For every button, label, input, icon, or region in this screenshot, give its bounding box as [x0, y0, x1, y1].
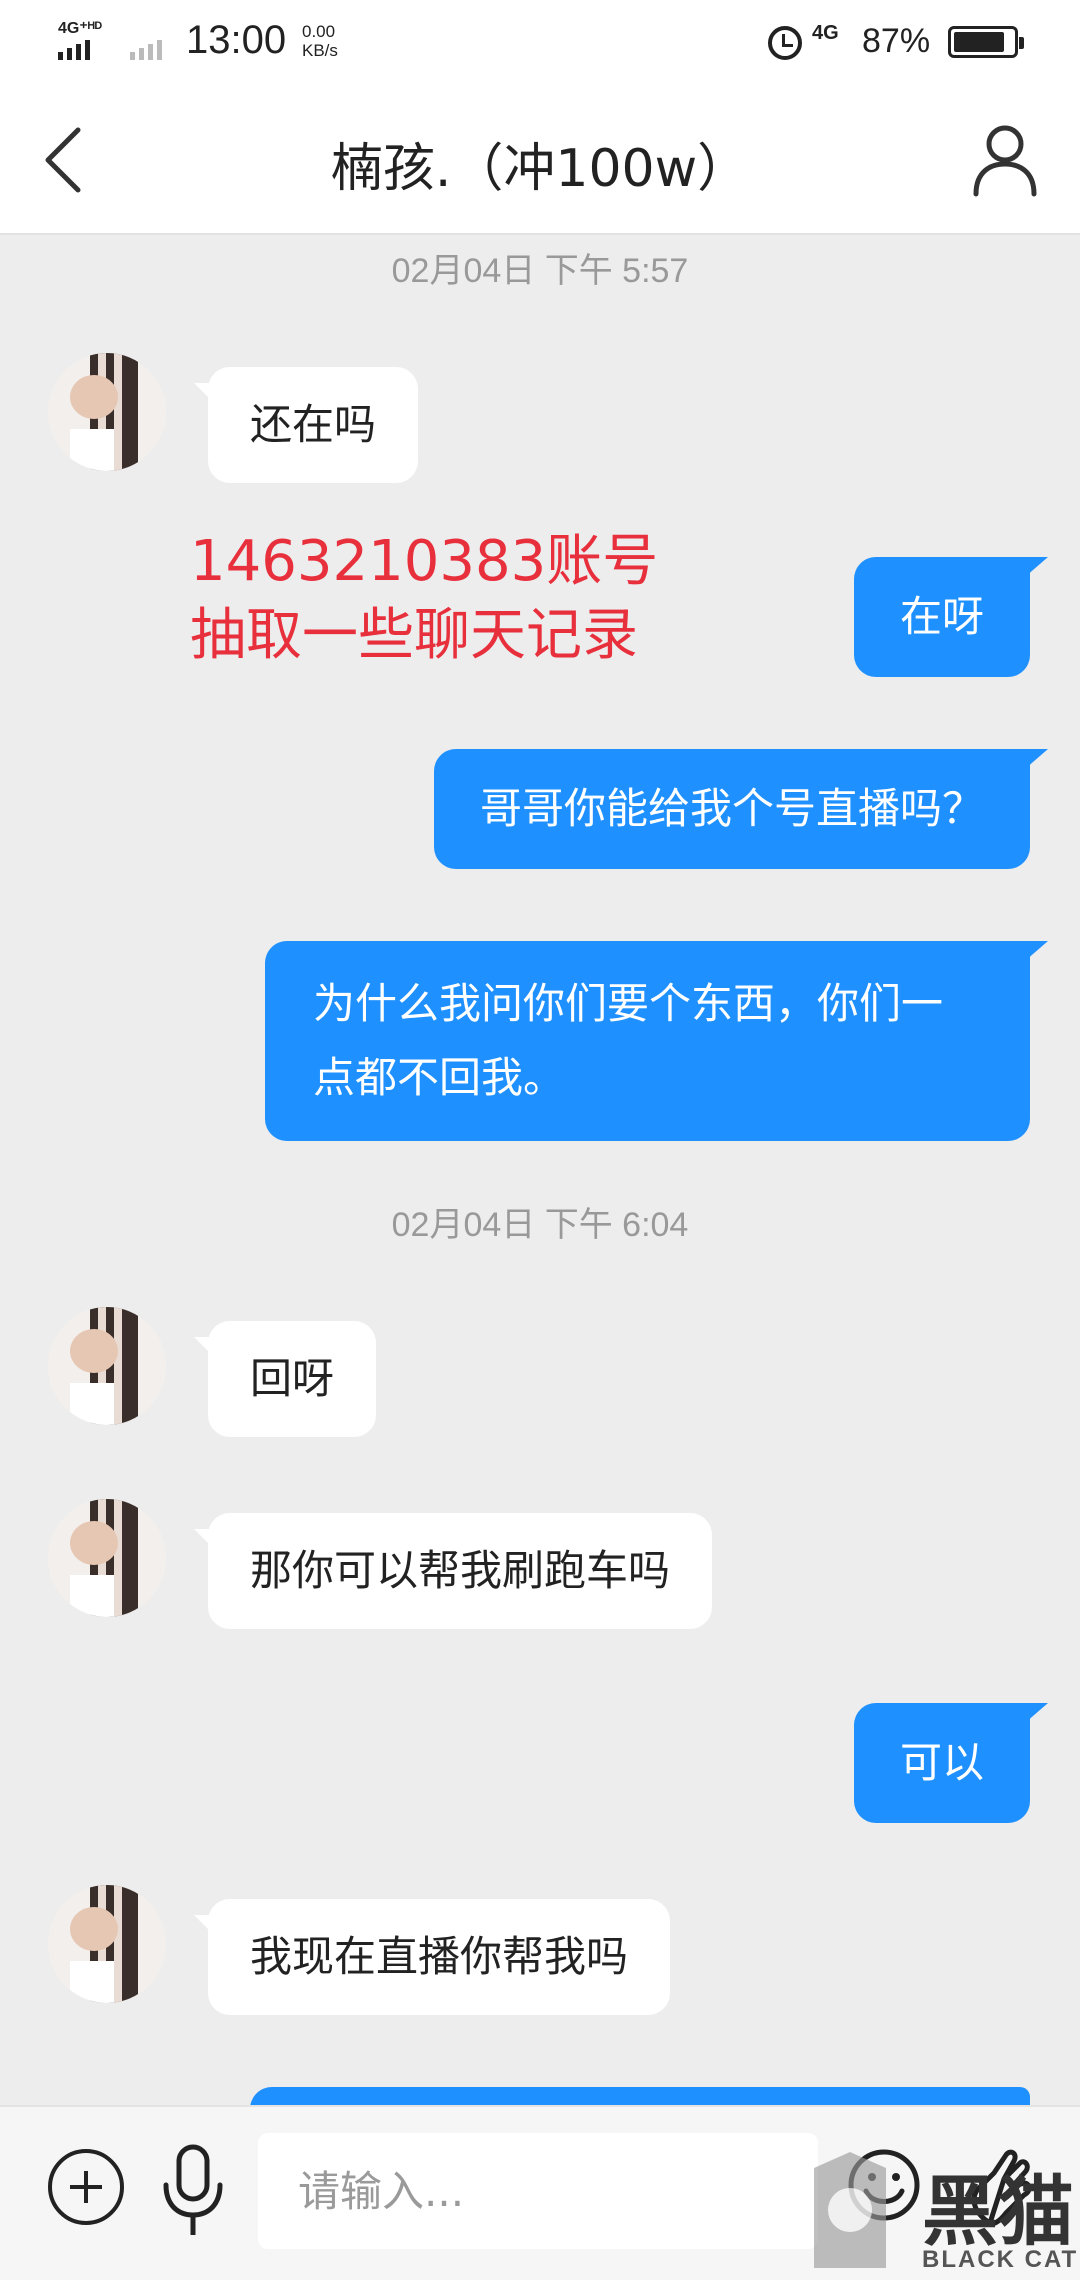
network-speed: 0.00 KB/s: [302, 22, 338, 60]
annotation-line-1: 1463210383账号: [190, 529, 659, 594]
network-type-left: 4G⁺ᴴᴰ: [58, 20, 103, 37]
timestamp: 02月04日 下午 5:57: [391, 252, 689, 290]
battery-level-fill: [954, 32, 1005, 52]
signal-strength-secondary-icon: [130, 40, 162, 60]
status-bar: 4G⁺ᴴᴰ 13:00 0.00 KB/s 4G 87%: [0, 0, 1080, 90]
chevron-left-icon: [45, 127, 81, 193]
microphone-icon: [163, 2144, 223, 2235]
person-icon: [973, 125, 1037, 197]
message-bubble-outgoing[interactable]: 可以: [853, 1703, 1049, 1823]
watermark-chinese: 黑猫: [922, 2167, 1074, 2256]
avatar-image: [48, 1499, 166, 1617]
page-title: 楠孩.（冲100w）: [330, 139, 750, 199]
avatar-image: [48, 353, 166, 471]
message-bubble-incoming[interactable]: 那你可以帮我刷跑车吗: [193, 1513, 713, 1629]
chat-header: 楠孩.（冲100w）: [0, 90, 1080, 235]
profile-button[interactable]: [970, 120, 1040, 200]
plus-circle-icon[interactable]: [48, 2149, 124, 2225]
chat-message-list[interactable]: 02月04日 下午 5:57 还在吗 1463210383账号 抽取一些聊天记录…: [0, 235, 1080, 2105]
message-bubble-incoming[interactable]: 还在吗: [193, 367, 419, 483]
message-bubble-incoming[interactable]: 我现在直播你帮我吗: [193, 1899, 671, 2015]
watermark-english: BLACK CAT: [922, 2246, 1079, 2273]
alarm-icon: [768, 26, 802, 60]
contact-avatar[interactable]: [48, 1885, 166, 2003]
annotation-overlay: 1463210383账号 抽取一些聊天记录: [190, 525, 658, 673]
timestamp: 02月04日 下午 6:04: [391, 1206, 689, 1244]
contact-avatar[interactable]: [48, 1499, 166, 1617]
battery-icon: [948, 26, 1024, 58]
contact-avatar[interactable]: [48, 1307, 166, 1425]
message-bubble-outgoing[interactable]: 在呀: [853, 557, 1049, 677]
speed-unit: KB/s: [302, 41, 338, 60]
speed-value: 0.00: [302, 22, 336, 41]
clock: 13:00: [186, 18, 287, 62]
signal-strength-icon: [58, 40, 90, 60]
message-text-input[interactable]: [258, 2133, 818, 2249]
message-bubble-outgoing[interactable]: 哥哥你能给我个号直播吗？: [433, 749, 1049, 869]
avatar-image: [48, 1885, 166, 2003]
avatar-image: [48, 1307, 166, 1425]
annotation-line-2: 抽取一些聊天记录: [190, 603, 638, 668]
network-type-right: 4G: [812, 22, 839, 44]
message-bubble-outgoing-partial[interactable]: [250, 2087, 1030, 2105]
contact-avatar[interactable]: [48, 353, 166, 471]
back-button[interactable]: [30, 120, 110, 200]
microphone-button[interactable]: [158, 2141, 228, 2241]
message-bubble-incoming[interactable]: 回呀: [193, 1321, 377, 1437]
battery-percent: 87%: [862, 22, 931, 60]
message-bubble-outgoing[interactable]: 为什么我问你们要个东西，你们一点都不回我。: [265, 941, 1048, 1141]
